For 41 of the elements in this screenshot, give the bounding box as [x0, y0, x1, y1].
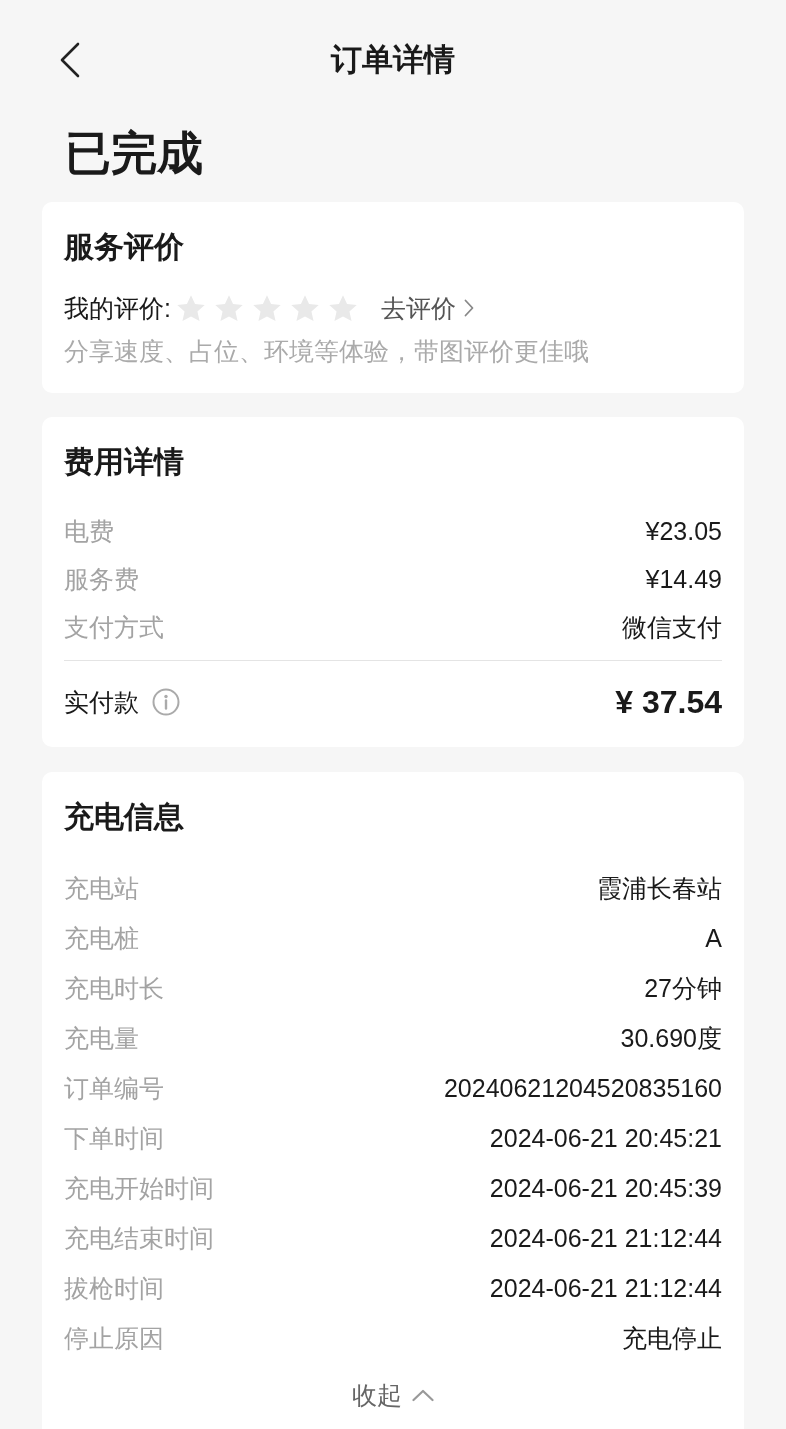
card-title: 服务评价: [64, 229, 185, 265]
field-value: 2024-06-21 20:45:21: [489, 1123, 722, 1153]
back-icon: [58, 42, 82, 78]
page-title: 订单详情: [331, 41, 455, 79]
rate-link[interactable]: 去评价: [380, 291, 474, 325]
field-label: 拔枪时间: [64, 1272, 164, 1304]
field-label: 支付方式: [64, 611, 164, 643]
field-value: 2024-06-21 21:12:44: [489, 1273, 722, 1303]
field-value: 27分钟: [644, 972, 722, 1004]
info-icon[interactable]: [152, 688, 180, 716]
field-value: ¥14.49: [645, 564, 722, 594]
field-value: 微信支付: [622, 611, 722, 643]
card-title: 费用详情: [64, 444, 185, 480]
field-label: 充电站: [64, 872, 139, 904]
order-status: 已完成: [65, 126, 204, 181]
field-label: 充电量: [64, 1022, 139, 1054]
field-label: 服务费: [64, 563, 139, 595]
field-label: 充电桩: [64, 922, 139, 954]
card-title: 充电信息: [64, 799, 185, 835]
field-label: 电费: [64, 515, 114, 547]
total-label: 实付款: [64, 686, 139, 718]
collapse-button[interactable]: 收起: [352, 1378, 434, 1412]
rating-label: 我的评价:: [64, 292, 171, 324]
field-label: 充电开始时间: [64, 1172, 214, 1204]
field-value: 30.690度: [620, 1022, 722, 1054]
field-label: 停止原因: [64, 1322, 164, 1354]
field-label: 充电时长: [64, 972, 164, 1004]
field-label: 订单编号: [64, 1072, 164, 1104]
back-button[interactable]: [58, 42, 82, 78]
rating-hint: 分享速度、占位、环境等体验，带图评价更佳哦: [64, 336, 590, 367]
field-label: 充电结束时间: [64, 1222, 214, 1254]
total-amount: ¥ 37.54: [615, 683, 722, 721]
field-value: ¥23.05: [645, 516, 722, 546]
field-value: A: [705, 923, 722, 953]
field-value: 2024-06-21 21:12:44: [489, 1223, 722, 1253]
chevron-right-icon: [463, 299, 474, 317]
field-value: 20240621204520835160: [443, 1073, 722, 1103]
field-value: 充电停止: [622, 1322, 722, 1354]
field-label: 下单时间: [64, 1122, 164, 1154]
field-value: 霞浦长春站: [597, 872, 722, 904]
field-value: 2024-06-21 20:45:39: [489, 1173, 722, 1203]
